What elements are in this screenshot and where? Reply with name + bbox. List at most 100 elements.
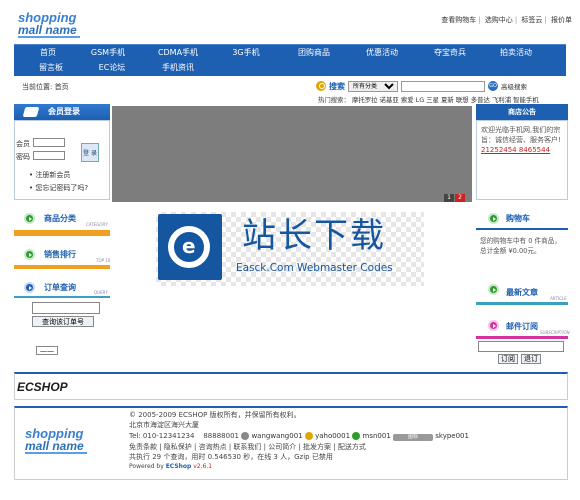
footer: shopping mall name © 2005-2009 ECSHOP 版权… <box>14 406 568 480</box>
username-label: 会员 <box>16 140 30 148</box>
subscribe-title: 邮件订阅 <box>506 322 538 331</box>
top10-icon <box>24 249 35 260</box>
wangwang-icon <box>241 432 250 440</box>
search-label: 搜索 <box>329 81 345 91</box>
top-links: 查看购物车 | 选购中心 | 标签云 | 报价单 <box>441 16 572 24</box>
skype-button[interactable]: 图标 <box>393 434 434 441</box>
top10-bar <box>14 265 110 269</box>
nav-3g[interactable]: 3G手机 <box>224 46 268 60</box>
watermark-logo: e <box>158 214 222 280</box>
hot-term[interactable]: 联想 <box>456 96 469 104</box>
hot-term[interactable]: 多普达 <box>471 96 490 104</box>
msn-link[interactable]: msn001 <box>363 432 391 440</box>
banner-page-2[interactable]: 2 <box>455 194 465 202</box>
ecshop-link[interactable]: ECShop <box>166 463 192 470</box>
top10-title: 销售排行 <box>44 250 76 259</box>
top-link-cart[interactable]: 查看购物车 <box>441 16 476 24</box>
news-icon <box>488 284 499 295</box>
contact-line: Tel: 010-12341234 88888001 wangwang001 y… <box>129 432 469 441</box>
category-select[interactable]: 所有分类 <box>348 80 398 92</box>
msn-icon <box>352 432 361 440</box>
yahoo-link[interactable]: yaho0001 <box>315 432 350 440</box>
forgot-password-link[interactable]: • 您忘记密码了吗? <box>29 183 88 193</box>
nav-cdma[interactable]: CDMA手机 <box>154 46 202 60</box>
order-query-title: 订单查询 <box>44 283 76 292</box>
login-title: 会员登录 <box>48 107 80 116</box>
category-tag: CATEGORY <box>86 222 108 227</box>
search-input[interactable] <box>401 80 485 92</box>
watermark-en: Easck.Com Webmaster Codes <box>236 262 393 274</box>
news-bar <box>476 302 568 305</box>
username-input[interactable] <box>33 138 65 147</box>
hot-term[interactable]: 摩托罗拉 <box>352 96 378 104</box>
subscribe-button[interactable]: 订阅 <box>498 354 518 364</box>
search-icon <box>316 81 326 91</box>
top-link-center[interactable]: 选购中心 <box>485 16 513 24</box>
banner-pager: 1 2 <box>444 194 465 202</box>
hot-term[interactable]: 诺基亚 <box>380 96 399 104</box>
powered-by: Powered by ECShop v2.6.1 <box>129 463 212 470</box>
nav-forum[interactable]: EC论坛 <box>94 61 130 75</box>
search-bar: 搜索 所有分类 GO 高级搜索 <box>316 79 527 93</box>
vote-button[interactable]: —— <box>36 346 58 355</box>
notice-text: 欢迎光临手机网,我们的宗旨：诚信经营、服务客户! <box>481 126 561 144</box>
copyright: © 2005-2009 ECSHOP 版权所有，并保留所有权利。 <box>129 411 301 419</box>
hot-search: 热门搜索： 摩托罗拉 诺基亚 索爱 LG 三星 夏新 联想 多普达 飞利浦 智能… <box>318 95 539 104</box>
hot-search-label: 热门搜索： <box>318 96 350 104</box>
hot-term[interactable]: 飞利浦 <box>492 96 511 104</box>
nav-gsm[interactable]: GSM手机 <box>86 46 130 60</box>
powered-label: Powered by <box>129 463 164 470</box>
hot-term[interactable]: 夏新 <box>441 96 454 104</box>
store-notice: 商店公告 欢迎光临手机网,我们的宗旨：诚信经营、服务客户! 21252454 8… <box>476 104 568 200</box>
stats: 共执行 29 个查询，用时 0.546530 秒，在线 3 人，Gzip 已禁用 <box>129 453 333 461</box>
subscribe-tag: SUBSCRIPTION <box>540 330 570 335</box>
top-link-quote[interactable]: 报价单 <box>551 16 572 24</box>
nav-promo[interactable]: 优惠活动 <box>358 46 406 60</box>
search-go-button[interactable]: GO <box>488 81 498 91</box>
order-query-bar <box>14 296 110 298</box>
password-label: 密码 <box>16 153 30 161</box>
nav-home[interactable]: 首页 <box>36 46 60 60</box>
top-link-tags[interactable]: 标签云 <box>521 16 542 24</box>
nav-guestbook[interactable]: 留言板 <box>36 61 66 75</box>
hot-term[interactable]: 索爱 <box>401 96 414 104</box>
skype-link[interactable]: skype001 <box>435 432 469 440</box>
yahoo-icon <box>304 432 313 440</box>
news-title: 最新文章 <box>506 288 538 297</box>
footer-logo: shopping mall name <box>25 427 87 454</box>
address: 北京市海淀区海兴大厦 <box>129 421 199 429</box>
wangwang-link[interactable]: wangwang001 <box>251 432 302 440</box>
footer-links[interactable]: 免责条款 | 隐私保护 | 咨询热点 | 联系我们 | 公司简介 | 批发方案 … <box>129 442 366 452</box>
site-logo[interactable]: shopping mall name <box>18 11 80 38</box>
email-input[interactable] <box>478 341 564 352</box>
order-number-input[interactable] <box>32 302 100 314</box>
order-query-button[interactable]: 查询该订单号 <box>32 316 94 327</box>
breadcrumb: 当前位置: 首页 <box>22 83 69 91</box>
register-link[interactable]: • 注册新会员 <box>29 170 70 180</box>
nav-group[interactable]: 团购商品 <box>290 46 338 60</box>
nav-snatch[interactable]: 夺宝奇兵 <box>426 46 474 60</box>
hot-term[interactable]: 智能手机 <box>513 96 539 104</box>
subscribe-bar <box>476 336 568 339</box>
main-nav: 首页 GSM手机 CDMA手机 3G手机 团购商品 优惠活动 夺宝奇兵 拍卖活动… <box>14 44 566 76</box>
login-button[interactable]: 登 录 <box>81 143 99 162</box>
news-tag: ARTICLE <box>550 296 567 301</box>
unsubscribe-button[interactable]: 退订 <box>521 354 541 364</box>
tel: Tel: 010-12341234 <box>129 432 195 440</box>
cart-title: 购物车 <box>506 214 530 223</box>
notice-phone: 21252454 8465544 <box>481 146 551 154</box>
version: v2.6.1 <box>193 463 213 470</box>
nav-news[interactable]: 手机资讯 <box>154 61 202 75</box>
nav-auction[interactable]: 拍卖活动 <box>492 46 540 60</box>
banner-slideshow[interactable] <box>112 106 472 202</box>
brand-strip: ECSHOP <box>14 372 568 400</box>
advanced-search-link[interactable]: 高级搜索 <box>501 81 527 91</box>
password-input[interactable] <box>33 151 65 160</box>
banner-page-1[interactable]: 1 <box>444 194 454 202</box>
order-query-icon <box>24 282 35 293</box>
notice-header: 商店公告 <box>476 104 568 120</box>
cart-text: 您的购物车中有 0 件商品，总计金额 ¥0.00元。 <box>480 237 561 255</box>
hot-term[interactable]: LG <box>416 96 425 104</box>
category-bar <box>14 230 110 236</box>
hot-term[interactable]: 三星 <box>426 96 439 104</box>
